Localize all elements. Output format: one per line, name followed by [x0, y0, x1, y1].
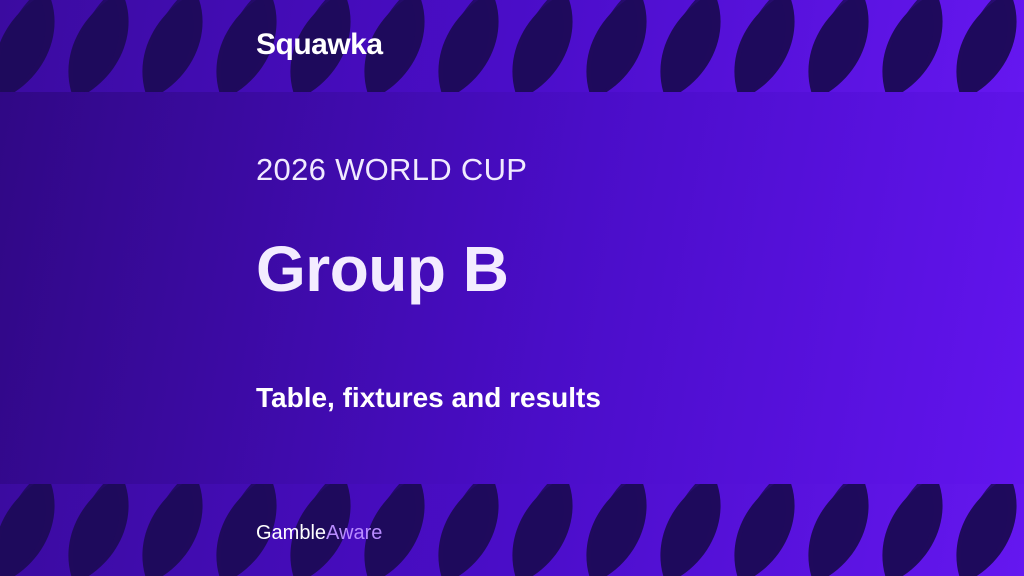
leaf-shape [443, 0, 490, 92]
leaf-shape [517, 0, 564, 92]
leaf-shape [0, 484, 46, 576]
leaf-shape [739, 0, 786, 92]
leaf-shape [0, 0, 46, 92]
leaf-shape [887, 484, 934, 576]
gambleaware-logo-part1: Gamble [256, 522, 327, 544]
gambleaware-logo[interactable]: GambleAware [256, 522, 382, 545]
leaf-shape [665, 484, 712, 576]
page-title: Group B [256, 233, 509, 305]
leaf-shape [73, 0, 120, 92]
pattern-band-bottom [0, 484, 1024, 576]
gambleaware-logo-part2: Aware [326, 522, 383, 544]
banner: Squawka 2026 WORLD CUP Group B Table, fi… [0, 0, 1024, 576]
page-subtitle: Table, fixtures and results [256, 382, 601, 413]
leaf-shape [73, 484, 120, 576]
brand-logo[interactable]: Squawka [256, 28, 383, 62]
leaf-shape [591, 0, 638, 92]
leaf-pattern-top [0, 0, 1017, 92]
leaf-shape [961, 0, 1008, 92]
leaf-shape [813, 0, 860, 92]
pattern-band-top [0, 0, 1024, 92]
leaf-shape [591, 484, 638, 576]
leaf-shape [147, 484, 194, 576]
leaf-shape [147, 0, 194, 92]
leaf-shape [739, 484, 786, 576]
leaf-shape [443, 484, 490, 576]
leaf-shape [665, 0, 712, 92]
leaf-shape [813, 484, 860, 576]
leaf-shape [887, 0, 934, 92]
leaf-shape [961, 484, 1008, 576]
main-panel [0, 92, 1024, 484]
leaf-pattern-bottom [0, 484, 1017, 576]
leaf-shape [517, 484, 564, 576]
competition-label: 2026 WORLD CUP [256, 152, 528, 187]
